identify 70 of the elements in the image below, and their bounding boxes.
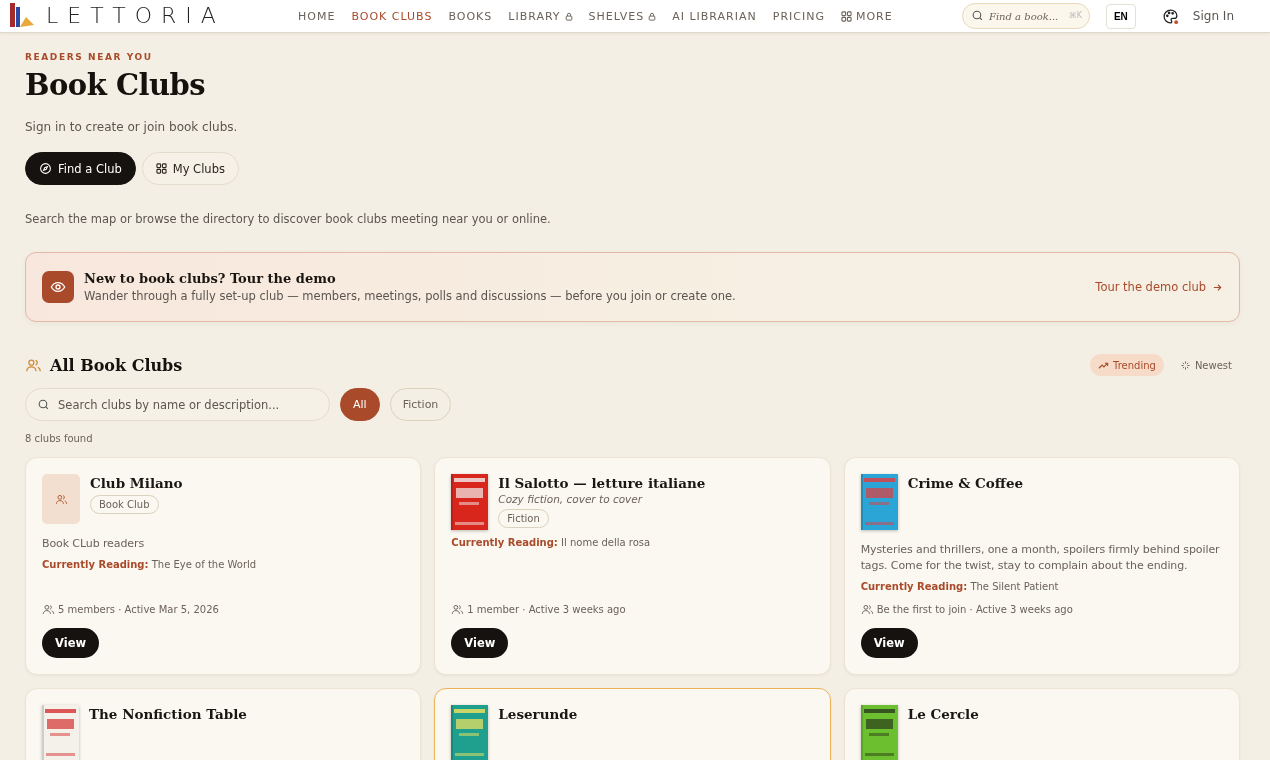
palette-icon[interactable]	[1161, 7, 1179, 25]
club-card[interactable]: Il Salotto — letture italiane Cozy fiction, cover to cover Fiction Currently Reading: Il nome della rosa 1 member · Active 3 weeks ago View	[434, 457, 831, 675]
search-icon	[970, 9, 984, 22]
lock-icon	[564, 11, 573, 21]
members-icon	[42, 603, 55, 616]
club-card[interactable]: Le Cercle	[843, 688, 1240, 760]
currently-reading-label: Currently Reading:	[451, 537, 558, 548]
nav-link[interactable]: PRICING	[772, 9, 825, 23]
page-title: Book Clubs	[25, 68, 207, 102]
members-icon	[860, 603, 874, 616]
currently-reading-label: Currently Reading:	[42, 559, 149, 570]
club-activity: 1 member · Active 3 weeks ago	[467, 604, 626, 615]
club-tagline: Cozy fiction, cover to cover	[498, 493, 643, 505]
banner-text: Wander through a fully set-up club — members, meetings, polls and discussions — before you join or create one.	[84, 289, 736, 303]
eye-icon	[42, 271, 74, 303]
tab[interactable]: Find a Club	[25, 152, 136, 185]
club-description: Mysteries and thrillers, one a month, spoilers firmly behind spoiler tags. Come for the twist, stay to complain about the ending.	[860, 542, 1221, 574]
search-icon	[37, 398, 50, 411]
club-card[interactable]: Club Milano Book Club Book CLub readers Currently Reading: The Eye of the World 5 members · Active Mar 5, 2026 View	[25, 457, 422, 675]
tour-link[interactable]: Tour the demo club	[1095, 280, 1223, 294]
book-title: The Silent Patient	[970, 581, 1059, 592]
club-name: Le Cercle	[907, 706, 979, 722]
book-title: Il nome della rosa	[561, 537, 651, 548]
banner-title: New to book clubs? Tour the demo	[84, 271, 337, 286]
search-field[interactable]: Search clubs by name or description...	[25, 388, 330, 421]
sort-button[interactable]: Trending	[1090, 354, 1164, 376]
grid-icon	[840, 10, 852, 22]
club-card[interactable]	[843, 457, 1240, 675]
club-name: Crime & Coffee	[907, 475, 1024, 491]
tab[interactable]: My Clubs	[141, 152, 239, 185]
compass-icon	[39, 162, 52, 175]
nav-link[interactable]: BOOK CLUBS	[351, 9, 433, 23]
view-button[interactable]: View	[451, 628, 509, 658]
view-button[interactable]: View	[42, 628, 100, 658]
intro-text: Search the map or browse the directory to discover book clubs meeting near you or online.	[25, 212, 552, 226]
users-icon	[54, 492, 68, 506]
filter-chip[interactable]: All	[340, 388, 380, 421]
currently-reading-label: Currently Reading:	[860, 581, 968, 592]
club-name: Club Milano	[90, 475, 183, 491]
arrow-icon	[1212, 281, 1223, 293]
page-subtitle: Sign in to create or join book clubs.	[25, 120, 239, 134]
nav-link[interactable]: LIBRARY	[508, 9, 573, 23]
nav-link[interactable]: BOOKS	[448, 9, 493, 23]
club-description: Book CLub readers	[42, 536, 146, 552]
members-icon	[451, 603, 465, 616]
filter-chip[interactable]: Fiction	[389, 388, 452, 421]
nav-link[interactable]: HOME	[298, 9, 336, 23]
club-name: The Nonfiction Table	[89, 706, 247, 722]
club-activity: 5 members · Active Mar 5, 2026	[58, 604, 219, 615]
language-button[interactable]: EN	[1105, 3, 1136, 29]
nav-link[interactable]: SHELVES	[588, 9, 657, 23]
club-name: Leserunde	[498, 706, 578, 722]
club-name: Il Salotto — letture italiane	[498, 475, 706, 491]
club-card[interactable]: Leserunde	[434, 688, 831, 760]
grid-icon	[155, 163, 167, 174]
result-count: 8 clubs found	[25, 433, 94, 444]
shortcut-hint: ⌘K	[1068, 11, 1082, 20]
view-button[interactable]: View	[860, 628, 918, 658]
section-title: All Book Clubs	[50, 355, 183, 375]
logo-text: LETTORIA	[46, 5, 225, 27]
sort-button[interactable]: Newest	[1171, 354, 1240, 376]
club-card[interactable]: The Nonfiction Table	[25, 688, 422, 760]
sparkle-icon	[1179, 359, 1191, 371]
eyebrow-label: READERS NEAR YOU	[25, 52, 154, 62]
club-activity: Be the first to join · Active 3 weeks ago	[876, 604, 1073, 615]
book-title: The Eye of the World	[151, 559, 257, 570]
sign-in-link[interactable]: Sign In	[1192, 9, 1234, 23]
nav-link[interactable]: AI LIBRARIAN	[672, 9, 757, 23]
lock-icon	[648, 11, 657, 21]
nav-link[interactable]: MORE	[840, 9, 893, 23]
